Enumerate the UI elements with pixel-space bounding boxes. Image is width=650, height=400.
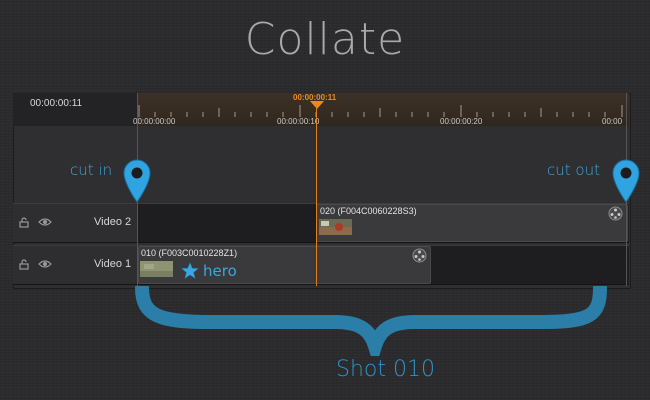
star-icon[interactable] (181, 262, 199, 279)
cut-out-marker-icon[interactable] (611, 158, 641, 204)
eye-icon[interactable] (38, 217, 52, 227)
clip-thumbnail-020 (319, 219, 352, 235)
clip-thumbnail-010 (140, 261, 173, 277)
cut-out-label: cut out (547, 161, 600, 179)
ruler-ticks (138, 105, 623, 117)
film-reel-icon (608, 206, 623, 221)
app-title: Collate (244, 14, 406, 65)
lock-icon[interactable] (19, 259, 30, 270)
ruler-label-0: 00:00:00:00 (133, 117, 176, 126)
film-reel-icon (412, 248, 427, 263)
shot-label: Shot 010 (336, 357, 435, 382)
ruler-label-10: 00:00:00:10 (277, 117, 320, 126)
clip-name-010: 010 (F003C0010228Z1) (141, 248, 238, 258)
playhead-handle[interactable] (310, 101, 324, 109)
cut-in-marker-icon[interactable] (122, 158, 152, 204)
playhead-line[interactable] (316, 104, 317, 286)
cut-in-label: cut in (70, 161, 113, 179)
eye-icon[interactable] (38, 259, 52, 269)
ruler-label-20: 00:00:00:20 (440, 117, 483, 126)
range-brace (135, 286, 607, 356)
hero-label: hero (203, 262, 237, 280)
lock-icon[interactable] (19, 217, 30, 228)
ruler-label-30: 00:00 (602, 117, 623, 126)
timecode-display[interactable]: 00:00:00:11 (30, 98, 82, 109)
clip-name-020: 020 (F004C0060228S3) (320, 206, 417, 216)
track-name-video-1: Video 1 (94, 258, 132, 270)
track-name-video-2: Video 2 (94, 216, 132, 228)
